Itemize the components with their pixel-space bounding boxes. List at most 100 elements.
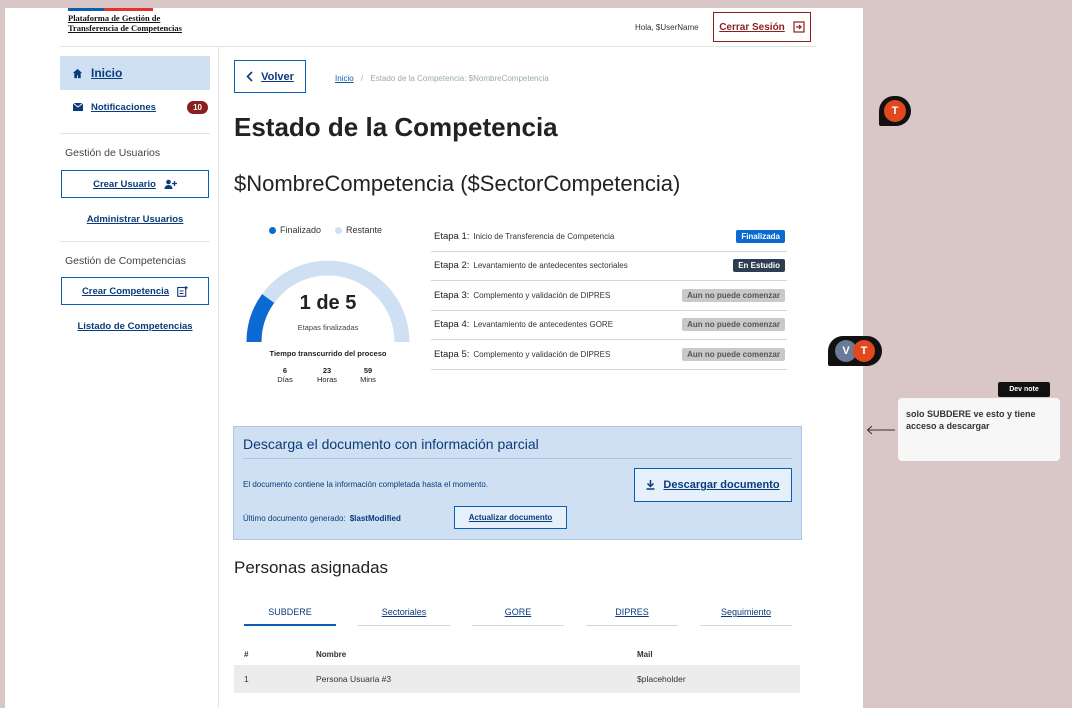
download-description: El documento contiene la información com…: [243, 480, 489, 489]
chevron-left-icon: [246, 71, 253, 82]
row-name: Persona Usuaria #3: [316, 674, 392, 684]
create-competency-label: Crear Competencia: [81, 285, 170, 297]
download-panel: Descarga el documento con información pa…: [233, 426, 802, 540]
hours-value: 23: [322, 366, 332, 375]
stage-status-badge: Aun no puede comenzar: [682, 347, 785, 361]
row-index: 1: [244, 674, 249, 684]
assigned-people-title: Personas asignadas: [234, 558, 389, 577]
elapsed-mins: 59 Mins: [348, 366, 388, 384]
list-competencies-link[interactable]: Listado de Competencias: [60, 321, 210, 332]
home-icon: [72, 68, 83, 78]
progress-value: 1 de 5: [299, 292, 357, 314]
stage-description: Complemento y validación de DIPRES: [473, 290, 611, 300]
sidebar: Inicio Notificaciones 10 Gestión de Usua…: [60, 47, 219, 708]
breadcrumb-current: Estado de la Competencia: $NombreCompete…: [370, 74, 549, 83]
stage-number: Etapa 5:: [434, 348, 470, 360]
stage-status-badge: Aun no puede comenzar: [682, 288, 785, 302]
comment-avatar: T: [884, 100, 906, 122]
column-header-mail: Mail: [637, 649, 653, 659]
breadcrumb-separator: /: [360, 74, 364, 83]
stage-description: Levantamiento de antedecentes sectoriale…: [473, 261, 628, 271]
logout-icon: [793, 21, 805, 33]
mins-value: 59: [363, 366, 373, 375]
comment-bubble-group[interactable]: V T: [828, 336, 882, 366]
comment-avatar: T: [853, 340, 875, 362]
back-button[interactable]: Volver: [234, 60, 306, 93]
update-document-button[interactable]: Actualizar documento: [454, 506, 567, 529]
sidebar-divider: [60, 241, 210, 242]
stages-list: Etapa 1: Inicio de Transferencia de Compe…: [431, 222, 787, 370]
create-user-button[interactable]: Crear Usuario: [61, 170, 209, 198]
sidebar-notifications-label: Notificaciones: [91, 101, 156, 113]
comment-bubble[interactable]: T: [879, 96, 911, 126]
stage-row: Etapa 3: Complemento y validación de DIPR…: [431, 281, 787, 311]
arrow-left-icon: [866, 425, 895, 435]
stage-status-badge: Finalizada: [736, 229, 785, 243]
people-tabs: SUBDERE Sectoriales GORE DIPRES Seguimie…: [244, 604, 792, 628]
users-section-title: Gestión de Usuarios: [65, 147, 161, 159]
competency-title: $NombreCompetencia ($SectorCompetencia): [234, 171, 681, 196]
sidebar-divider: [60, 133, 210, 134]
stage-number: Etapa 2:: [434, 260, 470, 272]
legend-remaining-label: Restante: [346, 225, 383, 235]
tab-dipres[interactable]: DIPRES: [586, 604, 678, 626]
download-divider: [243, 458, 792, 459]
column-header-name: Nombre: [316, 649, 347, 659]
manage-users-link[interactable]: Administrar Usuarios: [60, 214, 210, 225]
column-header-index: #: [244, 649, 249, 659]
mins-label: Mins: [360, 375, 376, 384]
stage-description: Complemento y validación de DIPRES: [473, 349, 611, 359]
last-generated-value: $lastModified: [349, 514, 401, 523]
stage-number: Etapa 4:: [434, 319, 470, 331]
progress-caption: Etapas finalizadas: [297, 323, 359, 332]
row-mail: $placeholder: [637, 674, 686, 684]
create-user-label: Crear Usuario: [93, 178, 156, 190]
add-user-icon: [164, 179, 177, 189]
sidebar-item-home[interactable]: Inicio: [60, 56, 210, 90]
tab-subdere[interactable]: SUBDERE: [244, 604, 336, 626]
sidebar-item-notifications[interactable]: Notificaciones 10: [73, 99, 208, 115]
tab-sectoriales[interactable]: Sectoriales: [358, 604, 450, 626]
dev-note-card[interactable]: solo SUBDERE ve esto y tiene acceso a de…: [898, 398, 1060, 461]
legend-done: Finalizado: [269, 225, 321, 235]
stage-number: Etapa 3:: [434, 289, 470, 301]
stage-row: Etapa 2: Levantamiento de antedecentes se…: [431, 252, 787, 281]
hours-label: Horas: [316, 375, 337, 384]
breadcrumb-home-link[interactable]: Inicio: [335, 74, 354, 83]
back-label: Volver: [261, 70, 294, 83]
brand-name[interactable]: Plataforma de Gestión de Transferencia d…: [68, 13, 188, 33]
legend-done-swatch: [269, 226, 276, 234]
create-competency-button[interactable]: Crear Competencia: [61, 277, 209, 305]
app-frame: Plataforma de Gestión de Transferencia d…: [5, 8, 863, 708]
tab-gore[interactable]: GORE: [472, 604, 564, 626]
stage-row: Etapa 1: Inicio de Transferencia de Compe…: [431, 222, 787, 252]
elapsed-hours: 23 Horas: [307, 366, 347, 384]
add-document-icon: [177, 285, 188, 297]
stage-number: Etapa 1:: [434, 230, 470, 242]
stage-row: Etapa 5: Complemento y validación de DIPR…: [431, 340, 787, 370]
page-title: Estado de la Competencia: [234, 112, 558, 142]
competencies-section-title: Gestión de Competencias: [65, 255, 186, 267]
download-document-button[interactable]: Descargar documento: [634, 468, 792, 502]
user-greeting: Hola, $UserName: [635, 23, 699, 32]
sidebar-home-label: Inicio: [91, 66, 123, 80]
table-row[interactable]: 1 Persona Usuaria #3 $placeholder: [234, 665, 800, 693]
breadcrumb: Inicio / Estado de la Competencia: $Nomb…: [335, 74, 549, 83]
legend-done-label: Finalizado: [280, 225, 322, 235]
logout-button[interactable]: Cerrar Sesión: [713, 12, 811, 42]
stage-description: Inicio de Transferencia de Competencia: [473, 231, 615, 241]
days-value: 6: [282, 366, 288, 375]
legend-remaining: Restante: [335, 225, 382, 235]
logout-label: Cerrar Sesión: [719, 21, 785, 33]
stage-description: Levantamiento de antecedentes GORE: [473, 320, 614, 330]
notifications-count-badge: 10: [187, 100, 208, 114]
download-title: Descarga el documento con información pa…: [243, 436, 539, 452]
progress-legend: Finalizado Restante: [269, 225, 382, 235]
last-generated: Último documento generado: $lastModified: [243, 514, 401, 523]
last-generated-label: Último documento generado:: [243, 514, 346, 523]
elapsed-days: 6 Días: [265, 366, 305, 384]
dev-note-tag: Dev note: [998, 382, 1050, 397]
tab-seguimiento[interactable]: Seguimiento: [700, 604, 792, 626]
stage-row: Etapa 4: Levantamiento de antecedentes GO…: [431, 311, 787, 340]
brand-color-bar: [68, 8, 153, 11]
